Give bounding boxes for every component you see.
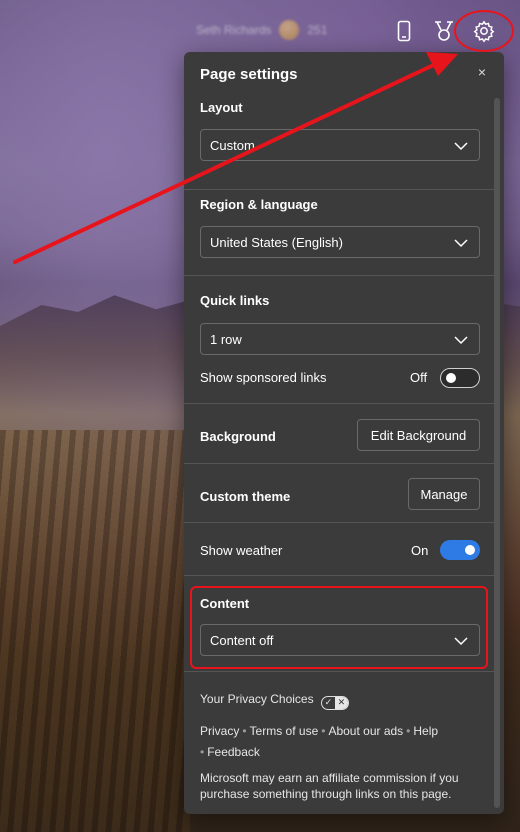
layout-section: Layout Custom — [184, 92, 496, 190]
sponsored-links-label: Show sponsored links — [200, 370, 327, 385]
terms-link[interactable]: Terms of use — [250, 724, 319, 738]
footer-links: Privacy • Terms of use • About our ads • Help •… — [200, 721, 485, 763]
layout-dropdown[interactable]: Custom — [200, 129, 480, 161]
chevron-down-icon — [454, 637, 468, 646]
show-weather-toggle[interactable] — [440, 540, 480, 560]
canyon-rocks — [0, 430, 190, 832]
phone-icon[interactable] — [389, 16, 419, 46]
manage-theme-button[interactable]: Manage — [408, 478, 480, 510]
rewards-coin-icon — [279, 20, 300, 40]
background-label: Background — [200, 429, 276, 444]
chevron-down-icon — [454, 239, 468, 248]
privacy-choices-text: Your Privacy Choices — [200, 692, 314, 706]
content-section: Content Content off — [184, 576, 496, 672]
layout-value: Custom — [210, 137, 255, 153]
quick-links-value: 1 row — [210, 331, 242, 347]
chevron-down-icon — [454, 142, 468, 151]
layout-label: Layout — [200, 100, 243, 115]
trophy-icon[interactable] — [429, 16, 459, 46]
region-label: Region & language — [200, 197, 318, 212]
background-section: Background Edit Background — [184, 404, 496, 464]
rewards-points: 251 — [307, 23, 328, 37]
separator-dot: • — [200, 745, 205, 759]
edit-background-button[interactable]: Edit Background — [357, 419, 480, 451]
privacy-choices-icon: ✓ ✕ — [320, 695, 349, 710]
close-icon[interactable]: × — [472, 62, 492, 82]
gear-icon[interactable] — [469, 16, 499, 46]
privacy-choices-link[interactable]: Your Privacy Choices ✓ ✕ — [200, 692, 485, 710]
custom-theme-label: Custom theme — [200, 489, 291, 504]
user-name: Seth Richards — [196, 23, 272, 37]
region-value: United States (English) — [210, 234, 343, 250]
separator-dot: • — [321, 724, 326, 738]
separator-dot: • — [406, 724, 411, 738]
quick-links-dropdown[interactable]: 1 row — [200, 323, 480, 355]
show-weather-label: Show weather — [200, 543, 283, 558]
weather-section: Show weather On — [184, 523, 496, 576]
feedback-link[interactable]: Feedback — [207, 745, 260, 759]
affiliate-notice: Microsoft may earn an affiliate commissi… — [200, 771, 459, 801]
user-rewards[interactable]: Seth Richards 251 — [196, 20, 327, 40]
region-section: Region & language United States (English… — [184, 190, 496, 276]
panel-title: Page settings — [200, 66, 298, 83]
privacy-link[interactable]: Privacy — [200, 724, 239, 738]
separator-dot: • — [242, 724, 247, 738]
custom-theme-section: Custom theme Manage — [184, 464, 496, 523]
page-settings-panel: Page settings × Layout Custom Region & l… — [184, 52, 504, 814]
show-weather-state: On — [411, 543, 429, 558]
chevron-down-icon — [454, 336, 468, 345]
sponsored-links-toggle[interactable] — [440, 368, 480, 388]
content-dropdown[interactable]: Content off — [200, 624, 480, 656]
content-label: Content — [200, 596, 250, 611]
region-dropdown[interactable]: United States (English) — [200, 226, 480, 258]
about-ads-link[interactable]: About our ads — [328, 724, 403, 738]
quick-links-label: Quick links — [200, 293, 270, 308]
sponsored-links-state: Off — [410, 370, 428, 385]
panel-scrollbar[interactable] — [494, 98, 500, 808]
quick-links-section: Quick links 1 row Show sponsored links O… — [184, 276, 496, 404]
help-link[interactable]: Help — [413, 724, 438, 738]
content-value: Content off — [210, 632, 274, 648]
